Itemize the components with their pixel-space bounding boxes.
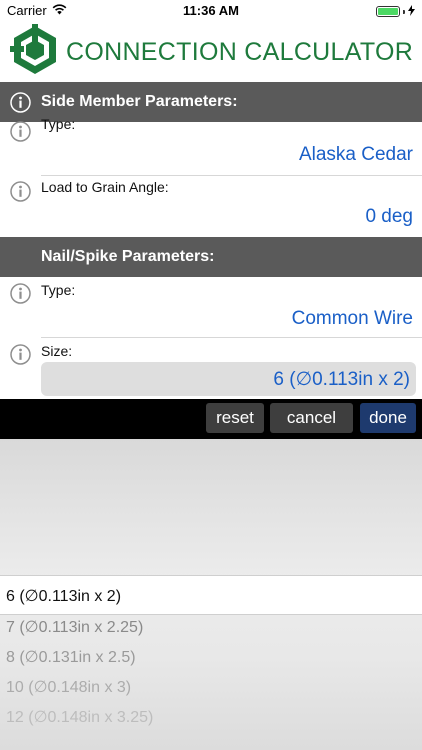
picker-option[interactable]: 10 (∅0.148in x 3) xyxy=(6,677,131,697)
info-icon[interactable] xyxy=(10,92,31,118)
cancel-button[interactable]: cancel xyxy=(270,403,353,433)
battery-icon xyxy=(376,6,400,17)
app-header: CONNECTION CALCULATOR xyxy=(0,22,422,82)
logo-icon xyxy=(10,24,60,81)
side-member-type-label: Type: xyxy=(41,116,76,132)
nail-type-value[interactable]: Common Wire xyxy=(292,308,413,330)
status-bar: Carrier 11:36 AM xyxy=(0,0,422,22)
side-member-type-row[interactable]: Type: Alaska Cedar xyxy=(0,116,422,176)
nail-type-label: Type: xyxy=(41,282,76,298)
reset-button[interactable]: reset xyxy=(206,403,264,433)
status-right xyxy=(376,4,415,19)
info-icon[interactable] xyxy=(10,283,31,309)
nail-size-label: Size: xyxy=(41,343,73,359)
info-icon[interactable] xyxy=(10,181,31,207)
picker-option[interactable]: 8 (∅0.131in x 2.5) xyxy=(6,647,136,667)
side-member-section-title: Side Member Parameters: xyxy=(41,93,238,110)
load-angle-row[interactable]: Load to Grain Angle: 0 deg xyxy=(0,176,422,237)
size-picker[interactable]: 6 (∅0.113in x 2) 7 (∅0.113in x 2.25) 8 (… xyxy=(0,439,422,750)
picker-option[interactable]: 6 (∅0.113in x 2) xyxy=(6,586,121,606)
battery-tip xyxy=(403,9,405,14)
picker-option[interactable]: 12 (∅0.148in x 3.25) xyxy=(6,707,153,727)
nail-size-field[interactable]: 6 (∅0.113in x 2) xyxy=(41,362,416,396)
picker-toolbar: reset cancel done xyxy=(0,399,422,439)
load-angle-label: Load to Grain Angle: xyxy=(41,179,169,195)
info-icon[interactable] xyxy=(10,121,31,147)
info-icon[interactable] xyxy=(10,344,31,370)
done-button[interactable]: done xyxy=(360,403,416,433)
side-member-type-value[interactable]: Alaska Cedar xyxy=(299,144,413,166)
app-title: CONNECTION CALCULATOR xyxy=(66,38,414,66)
nail-size-value[interactable]: 6 (∅0.113in x 2) xyxy=(273,368,410,391)
nail-section-header: Nail/Spike Parameters: xyxy=(0,237,422,277)
nail-type-row[interactable]: Type: Common Wire xyxy=(0,277,422,338)
battery-level xyxy=(378,8,398,15)
load-angle-value[interactable]: 0 deg xyxy=(365,206,413,228)
charging-icon xyxy=(408,4,415,19)
status-time: 11:36 AM xyxy=(183,3,239,18)
picker-option[interactable]: 7 (∅0.113in x 2.25) xyxy=(6,617,143,637)
nail-section-title: Nail/Spike Parameters: xyxy=(41,248,215,265)
